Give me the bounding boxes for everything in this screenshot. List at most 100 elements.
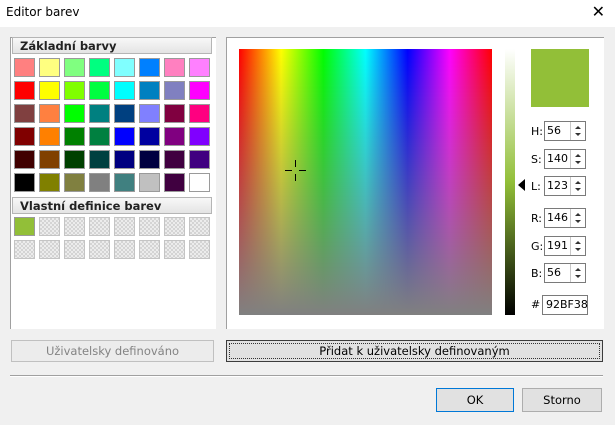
basic-color-swatch[interactable] xyxy=(164,173,185,192)
basic-color-swatch[interactable] xyxy=(114,127,135,146)
basic-color-swatch[interactable] xyxy=(189,58,210,77)
saturation-field[interactable]: 140 xyxy=(544,149,586,169)
ok-button[interactable]: OK xyxy=(436,388,514,412)
blue-label: B: xyxy=(531,267,543,280)
basic-color-swatch[interactable] xyxy=(89,127,110,146)
custom-color-swatch[interactable] xyxy=(39,217,60,236)
red-label: R: xyxy=(531,212,543,225)
crosshair-cursor-icon[interactable] xyxy=(285,160,306,181)
basic-color-swatch[interactable] xyxy=(39,173,60,192)
hue-field[interactable]: 56 xyxy=(544,121,586,141)
custom-color-swatch[interactable] xyxy=(114,217,135,236)
cancel-button[interactable]: Storno xyxy=(522,388,602,412)
basic-color-swatch[interactable] xyxy=(39,150,60,169)
luminance-spinner[interactable] xyxy=(570,177,585,195)
hex-label: # xyxy=(531,298,541,311)
custom-color-swatch[interactable] xyxy=(89,240,110,259)
basic-color-swatch[interactable] xyxy=(139,81,160,100)
red-field[interactable]: 146 xyxy=(544,208,586,228)
basic-color-swatch[interactable] xyxy=(14,81,35,100)
add-to-custom-colors-button[interactable]: Přidat k uživatelsky definovaným xyxy=(226,340,603,362)
hue-value: 56 xyxy=(547,124,561,137)
basic-color-swatch[interactable] xyxy=(164,104,185,123)
luminance-label: L: xyxy=(531,180,541,193)
title-bar: Editor barev ✕ xyxy=(0,0,615,27)
close-icon[interactable]: ✕ xyxy=(592,3,605,21)
red-value: 146 xyxy=(547,211,568,224)
basic-color-swatch[interactable] xyxy=(64,127,85,146)
basic-color-swatch[interactable] xyxy=(189,104,210,123)
custom-color-swatch[interactable] xyxy=(139,240,160,259)
blue-spinner[interactable] xyxy=(570,264,585,282)
basic-color-swatch[interactable] xyxy=(14,150,35,169)
basic-color-swatch[interactable] xyxy=(89,81,110,100)
custom-color-swatch[interactable] xyxy=(14,240,35,259)
custom-color-swatch[interactable] xyxy=(39,240,60,259)
basic-color-swatch[interactable] xyxy=(189,127,210,146)
basic-color-swatch[interactable] xyxy=(139,173,160,192)
luminance-bar[interactable] xyxy=(505,49,515,315)
basic-color-swatch[interactable] xyxy=(39,104,60,123)
basic-color-swatch[interactable] xyxy=(189,173,210,192)
basic-color-swatch[interactable] xyxy=(164,58,185,77)
basic-color-swatch[interactable] xyxy=(14,104,35,123)
custom-color-swatch[interactable] xyxy=(164,217,185,236)
basic-color-swatch[interactable] xyxy=(114,81,135,100)
blue-value: 56 xyxy=(547,266,561,279)
basic-color-swatch[interactable] xyxy=(14,127,35,146)
basic-color-swatch[interactable] xyxy=(64,81,85,100)
hue-saturation-spectrum[interactable] xyxy=(239,49,492,315)
custom-color-swatch[interactable] xyxy=(64,217,85,236)
luminance-arrow-icon[interactable] xyxy=(518,179,525,191)
custom-color-swatch[interactable] xyxy=(189,240,210,259)
color-preview xyxy=(531,49,589,107)
green-field[interactable]: 191 xyxy=(544,236,586,256)
green-spinner[interactable] xyxy=(570,237,585,255)
hex-field[interactable]: 92BF38 xyxy=(542,295,588,315)
basic-color-swatch[interactable] xyxy=(89,104,110,123)
basic-color-swatch[interactable] xyxy=(39,127,60,146)
basic-color-swatch[interactable] xyxy=(64,58,85,77)
hue-label: H: xyxy=(531,125,543,138)
basic-color-swatch[interactable] xyxy=(139,127,160,146)
basic-color-swatch[interactable] xyxy=(64,104,85,123)
basic-color-swatch[interactable] xyxy=(114,58,135,77)
red-spinner[interactable] xyxy=(570,209,585,227)
basic-color-swatch[interactable] xyxy=(64,173,85,192)
basic-color-swatch[interactable] xyxy=(139,150,160,169)
basic-color-swatch[interactable] xyxy=(164,150,185,169)
saturation-spinner[interactable] xyxy=(570,150,585,168)
custom-color-swatch[interactable] xyxy=(189,217,210,236)
luminance-value: 123 xyxy=(547,179,568,192)
basic-color-swatch[interactable] xyxy=(14,58,35,77)
basic-color-swatch[interactable] xyxy=(89,150,110,169)
basic-color-swatch[interactable] xyxy=(139,104,160,123)
basic-color-swatch[interactable] xyxy=(164,81,185,100)
basic-color-swatch[interactable] xyxy=(114,173,135,192)
basic-color-swatch[interactable] xyxy=(114,104,135,123)
custom-color-swatch[interactable] xyxy=(14,217,35,236)
basic-color-swatch[interactable] xyxy=(89,173,110,192)
custom-color-swatch[interactable] xyxy=(139,217,160,236)
basic-color-swatch[interactable] xyxy=(114,150,135,169)
saturation-label: S: xyxy=(531,153,542,166)
define-custom-colors-button[interactable]: Uživatelsky definováno xyxy=(11,340,214,362)
basic-color-swatch[interactable] xyxy=(14,173,35,192)
custom-color-swatch[interactable] xyxy=(164,240,185,259)
basic-colors-header: Základní barvy xyxy=(12,37,212,54)
custom-color-swatch[interactable] xyxy=(114,240,135,259)
blue-field[interactable]: 56 xyxy=(544,263,586,283)
custom-color-swatch[interactable] xyxy=(64,240,85,259)
custom-color-swatch[interactable] xyxy=(89,217,110,236)
basic-color-swatch[interactable] xyxy=(189,150,210,169)
separator xyxy=(10,375,603,377)
luminance-field[interactable]: 123 xyxy=(544,176,586,196)
basic-color-swatch[interactable] xyxy=(39,81,60,100)
basic-color-swatch[interactable] xyxy=(64,150,85,169)
hue-spinner[interactable] xyxy=(570,122,585,140)
basic-color-swatch[interactable] xyxy=(139,58,160,77)
basic-color-swatch[interactable] xyxy=(89,58,110,77)
basic-color-swatch[interactable] xyxy=(189,81,210,100)
basic-color-swatch[interactable] xyxy=(39,58,60,77)
basic-color-swatch[interactable] xyxy=(164,127,185,146)
